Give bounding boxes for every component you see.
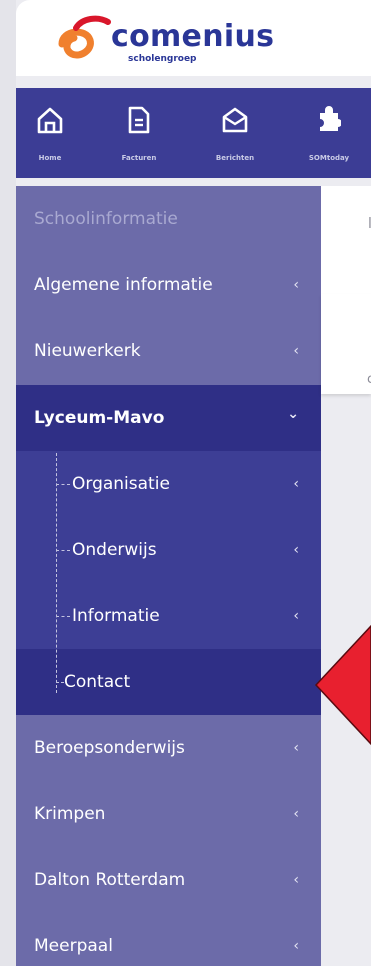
brand-subtitle: scholengroep <box>128 54 197 64</box>
sidebar-item-label: Nieuwerkerk <box>34 341 141 361</box>
chevron-left-icon: ‹ <box>293 277 299 293</box>
nav-somtoday[interactable]: SOMtoday <box>292 88 366 178</box>
sidebar-item-label: Meerpaal <box>34 936 113 956</box>
sidebar-item-label: Onderwijs <box>72 540 157 560</box>
tree-branch <box>56 484 70 485</box>
tree-branch <box>56 616 70 617</box>
sidebar-item-label: Algemene informatie <box>34 275 213 295</box>
chevron-left-icon: ‹ <box>293 938 299 954</box>
chevron-left-icon: ‹ <box>293 872 299 888</box>
nav-facturen[interactable]: Facturen <box>100 88 178 178</box>
chevron-left-icon: ‹ <box>293 542 299 558</box>
chevron-left-icon: ‹ <box>293 343 299 359</box>
sidebar-item-algemene-informatie[interactable]: Algemene informatie ‹ <box>16 252 321 318</box>
home-icon <box>37 107 63 134</box>
nav-facturen-label: Facturen <box>121 154 157 162</box>
brand-name: comenius <box>111 19 275 54</box>
tree-branch <box>56 550 70 551</box>
nav-home-label: Home <box>38 154 62 162</box>
content-panel: c <box>321 294 371 394</box>
nav-home[interactable]: Home <box>16 88 84 178</box>
sidebar-item-lyceum-mavo[interactable]: Lyceum-Mavo ⌄ <box>16 385 321 451</box>
chevron-left-icon: ‹ <box>293 740 299 756</box>
nav-berichten-label: Berichten <box>215 154 255 162</box>
comenius-logo-mark <box>58 15 111 59</box>
sidebar: Schoolinformatie Algemene informatie ‹ N… <box>16 186 321 966</box>
nav-somtoday-label: SOMtoday <box>308 154 350 162</box>
logo-bar: comenius scholengroep <box>16 0 371 76</box>
document-icon <box>128 106 150 134</box>
sidebar-item-dalton-rotterdam[interactable]: Dalton Rotterdam ‹ <box>16 847 321 913</box>
chevron-down-icon: ⌄ <box>287 406 299 422</box>
sidebar-item-label: Beroepsonderwijs <box>34 738 185 758</box>
sidebar-item-beroepsonderwijs[interactable]: Beroepsonderwijs ‹ <box>16 715 321 781</box>
sidebar-item-label: Organisatie <box>72 474 170 494</box>
content-header: l <box>321 186 371 295</box>
tree-line <box>56 453 57 693</box>
puzzle-icon <box>320 106 341 131</box>
sidebar-item-nieuwerkerk[interactable]: Nieuwerkerk ‹ <box>16 318 321 384</box>
sidebar-item-meerpaal[interactable]: Meerpaal ‹ <box>16 913 321 966</box>
sidebar-item-label: Informatie <box>72 606 160 626</box>
sidebar-item-label: Dalton Rotterdam <box>34 870 186 890</box>
top-navigation: Home Facturen Berichten SOMtoday <box>16 88 371 178</box>
sidebar-item-label: Contact <box>64 672 131 692</box>
window-edge <box>0 0 16 966</box>
red-arrow-icon <box>314 624 371 746</box>
clipped-text: c <box>367 372 371 387</box>
sidebar-item-label: Lyceum-Mavo <box>34 408 165 428</box>
sidebar-item-krimpen[interactable]: Krimpen ‹ <box>16 781 321 847</box>
sidebar-item-label: Krimpen <box>34 804 106 824</box>
chevron-left-icon: ‹ <box>293 806 299 822</box>
sidebar-header: Schoolinformatie <box>34 209 178 229</box>
nav-berichten[interactable]: Berichten <box>194 88 276 178</box>
chevron-left-icon: ‹ <box>293 476 299 492</box>
chevron-left-icon: ‹ <box>293 608 299 624</box>
envelope-icon <box>222 107 248 133</box>
tree-branch <box>56 682 64 683</box>
app-window: comenius scholengroep Home Facturen Beri… <box>0 0 371 966</box>
